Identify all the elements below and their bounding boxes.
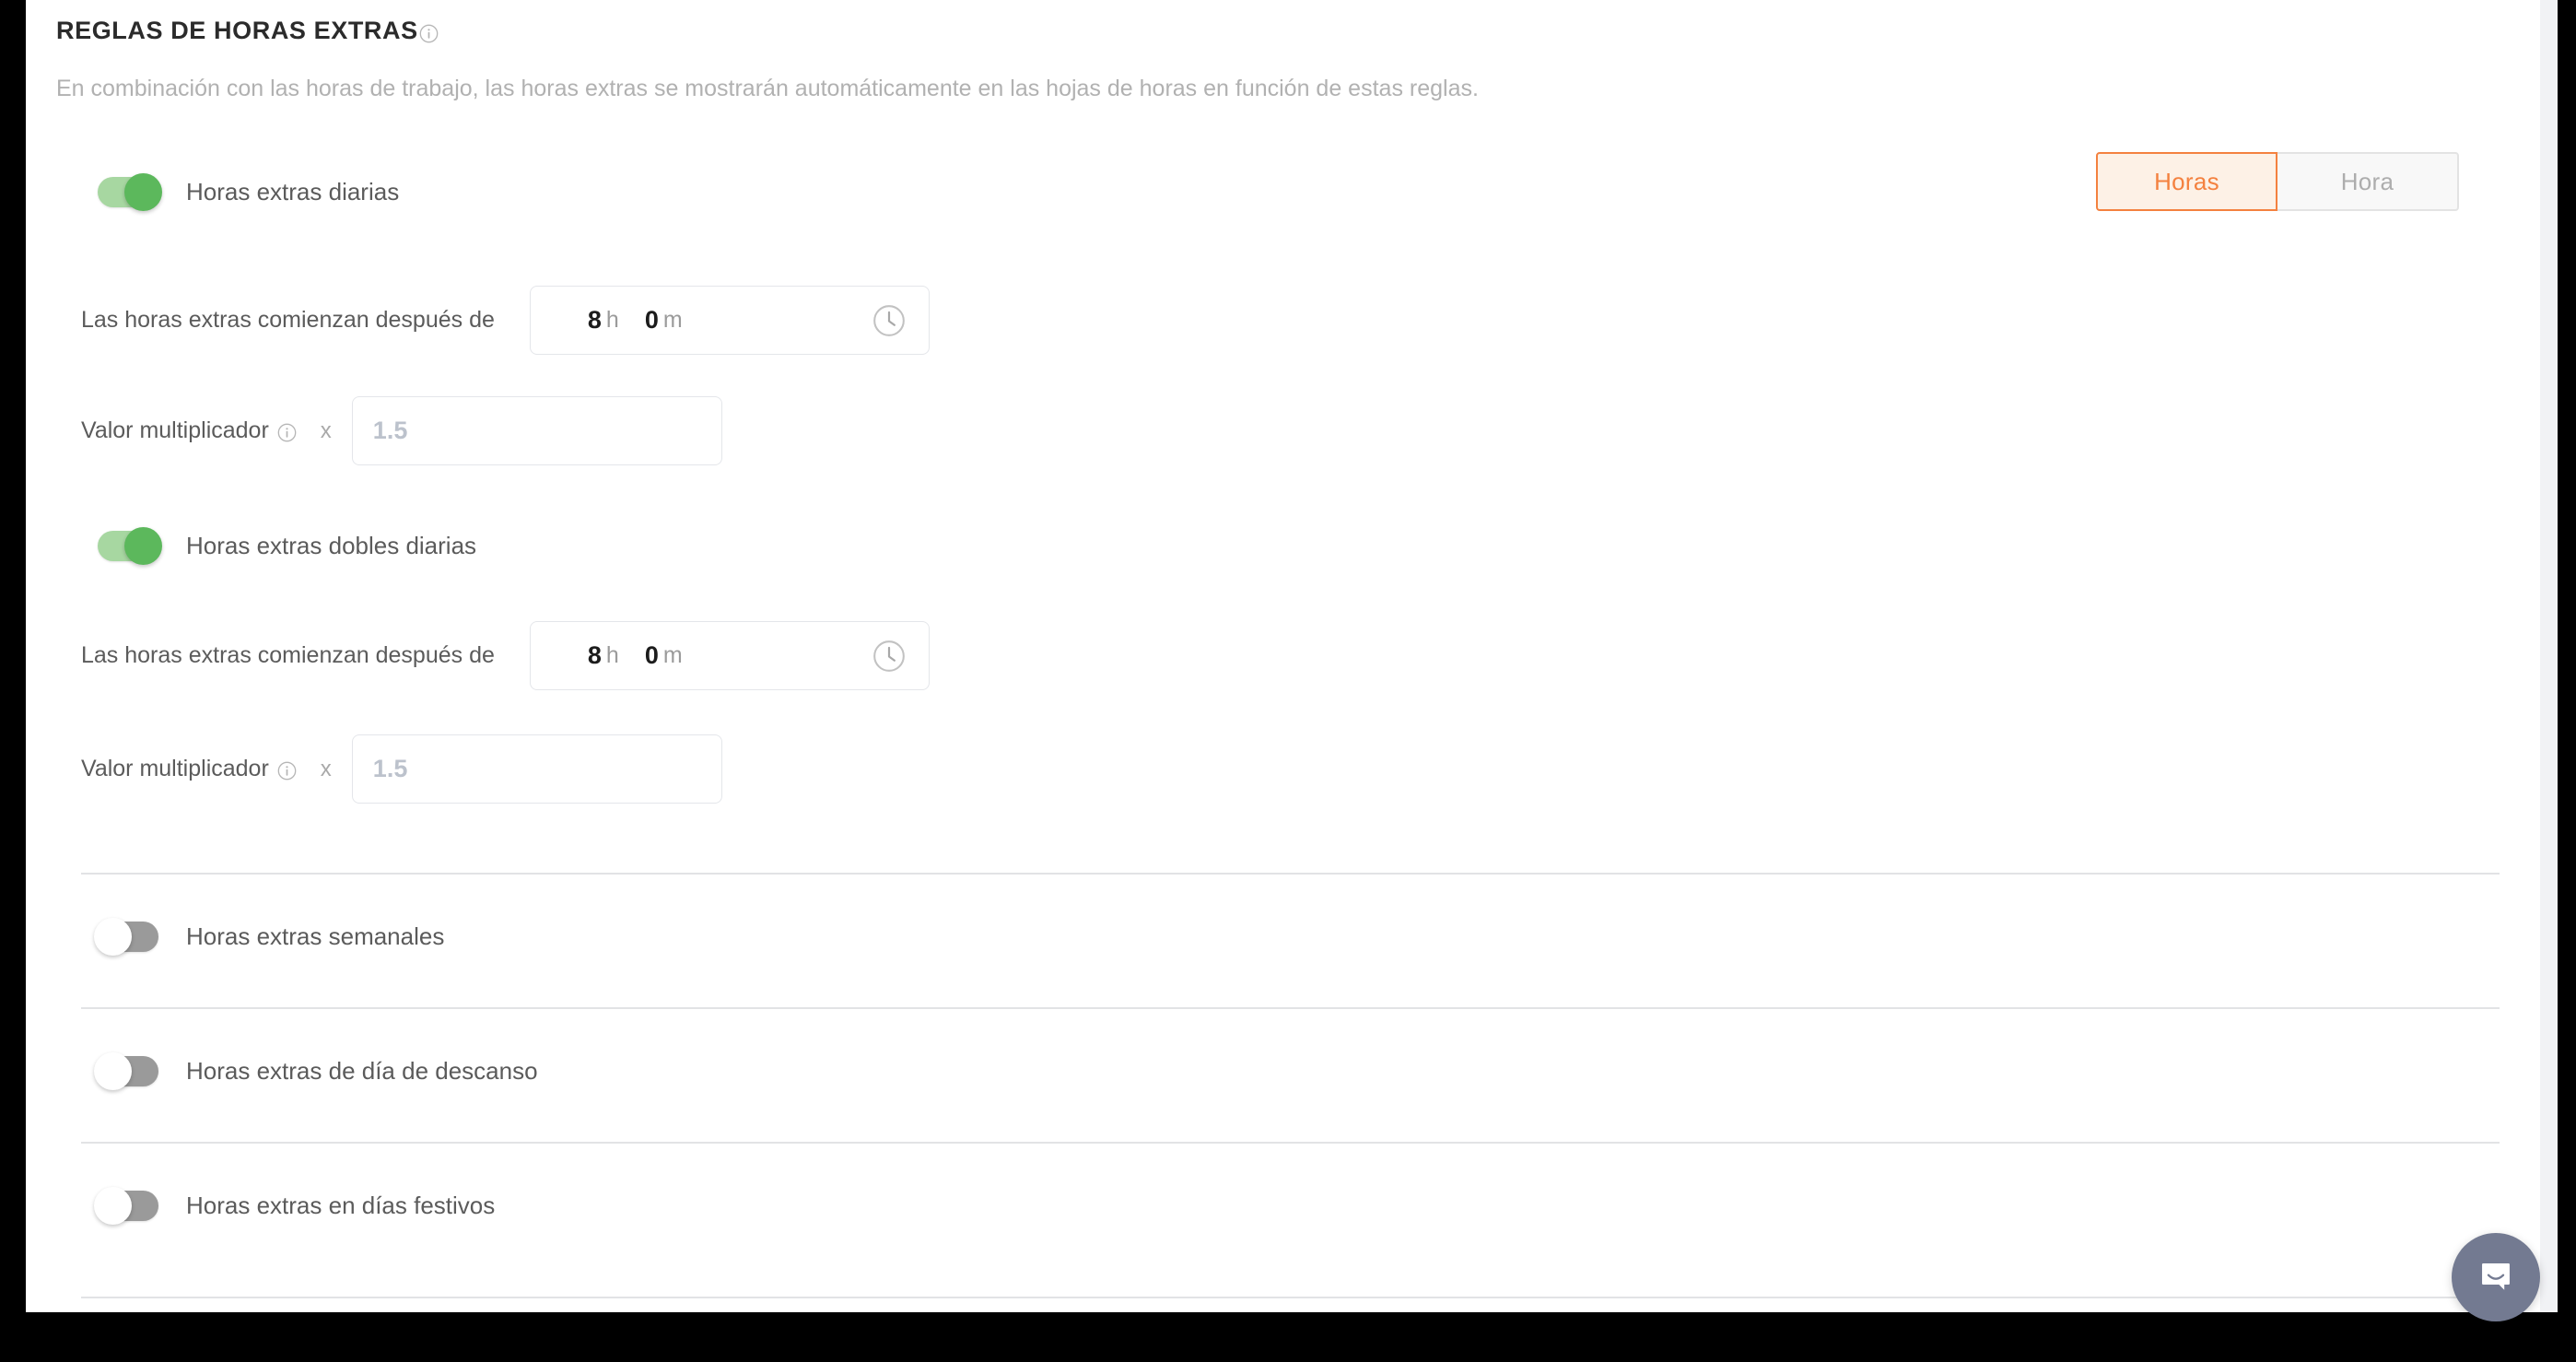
daily-minutes-value: 0 [644,306,659,334]
toggle-row-weekly-overtime[interactable]: Horas extras semanales [94,918,445,956]
label-text: Las horas extras comienzan después de [81,642,495,668]
divider [81,1007,2500,1009]
field-row-daily-start-after: Las horas extras comienzan después de 8 … [81,286,930,355]
chat-bubble-icon [2475,1256,2517,1298]
switch-knob [94,918,132,956]
switch-knob [94,1187,132,1225]
segment-horas[interactable]: Horas [2096,152,2277,211]
multiplier-operator: x [320,417,332,443]
daily-double-hours-unit: h [605,642,619,668]
clock-icon[interactable] [872,639,907,674]
label-text: Valor multiplicador [81,756,269,781]
switch-knob [124,527,162,565]
daily-double-minutes-value: 0 [644,641,659,669]
clock-icon[interactable] [872,303,907,338]
switch-knob [94,1052,132,1090]
vertical-scrollbar[interactable] [2540,0,2558,1312]
multiplier-operator: x [320,756,332,781]
daily-minutes-unit: m [662,307,683,333]
input-daily-start-after-time[interactable]: 8 h 0 m [529,286,930,355]
divider [81,873,2500,875]
screen-letterbox: REGLAS DE HORAS EXTRAS En combinación co… [0,0,2576,1362]
toggle-label-holiday-overtime: Horas extras en días festivos [186,1192,496,1219]
info-icon[interactable] [419,24,439,43]
daily-double-hours-value: 8 [587,641,602,669]
daily-multiplier-placeholder: 1.5 [372,417,408,444]
input-daily-multiplier[interactable]: 1.5 [351,396,722,465]
label-text: Las horas extras comienzan después de [81,307,495,333]
section-description: En combinación con las horas de trabajo,… [56,76,1479,101]
divider [81,1142,2500,1144]
intercom-launcher-button[interactable] [2452,1233,2540,1321]
toggle-row-rest-day-overtime[interactable]: Horas extras de día de descanso [94,1052,538,1090]
switch-knob [124,173,162,211]
label-text: Valor multiplicador [81,417,269,443]
label-daily-double-start-after: Las horas extras comienzan después de [81,642,495,669]
info-icon[interactable] [277,761,297,781]
page-title: REGLAS DE HORAS EXTRAS [56,17,418,44]
toggle-label-daily-double-overtime: Horas extras dobles diarias [186,532,477,559]
daily-double-minutes-unit: m [662,642,683,668]
switch-rest-day-overtime[interactable] [94,1052,158,1090]
field-row-daily-double-start-after: Las horas extras comienzan después de 8 … [81,621,930,690]
daily-hours-value: 8 [587,306,602,334]
label-daily-double-multiplier: Valor multiplicador [81,756,297,782]
divider [81,1297,2500,1298]
daily-double-multiplier-placeholder: 1.5 [372,755,408,782]
toggle-label-daily-overtime: Horas extras diarias [186,178,400,205]
field-row-daily-multiplier: Valor multiplicador x 1.5 [81,396,722,465]
label-daily-multiplier: Valor multiplicador [81,417,297,444]
toggle-row-daily-overtime[interactable]: Horas extras diarias [98,173,400,211]
switch-weekly-overtime[interactable] [94,918,158,956]
toggle-row-daily-double-overtime[interactable]: Horas extras dobles diarias [98,527,477,565]
toggle-row-holiday-overtime[interactable]: Horas extras en días festivos [94,1187,496,1225]
section-header: REGLAS DE HORAS EXTRAS [56,18,439,43]
segment-hora[interactable]: Hora [2277,152,2459,211]
info-icon[interactable] [277,423,297,442]
settings-page: REGLAS DE HORAS EXTRAS En combinación co… [26,0,2540,1312]
label-daily-start-after: Las horas extras comienzan después de [81,307,495,334]
switch-daily-double-overtime[interactable] [98,527,162,565]
switch-holiday-overtime[interactable] [94,1187,158,1225]
switch-daily-overtime[interactable] [98,173,162,211]
unit-segmented-control[interactable]: Horas Hora [2096,152,2459,211]
daily-hours-unit: h [605,307,619,333]
toggle-label-weekly-overtime: Horas extras semanales [186,922,445,950]
toggle-label-rest-day-overtime: Horas extras de día de descanso [186,1057,538,1085]
input-daily-double-start-after-time[interactable]: 8 h 0 m [529,621,930,690]
field-row-daily-double-multiplier: Valor multiplicador x 1.5 [81,734,722,804]
input-daily-double-multiplier[interactable]: 1.5 [351,734,722,804]
